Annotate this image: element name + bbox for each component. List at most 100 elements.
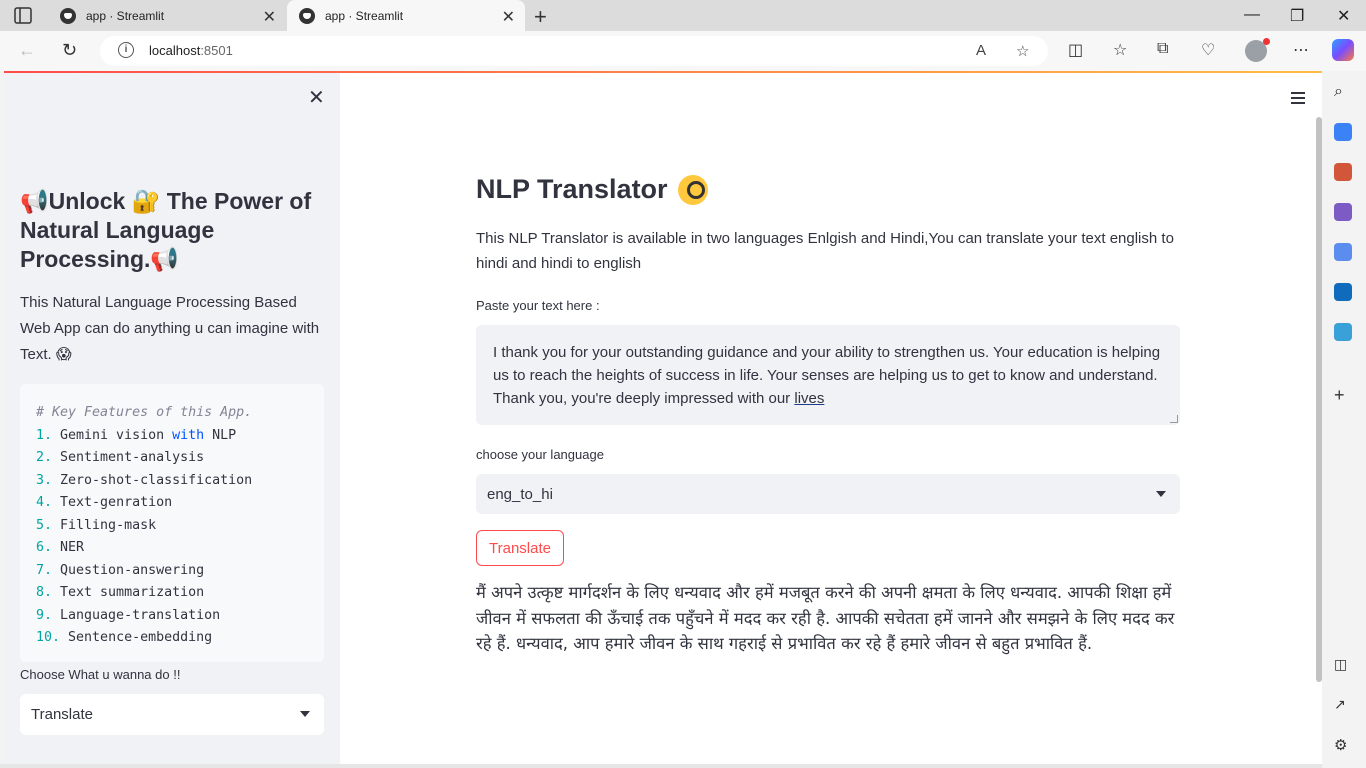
open-external-icon[interactable]: ↗	[1334, 696, 1352, 714]
close-tab-icon[interactable]: ✕	[502, 7, 515, 27]
language-select[interactable]: eng_to_hi	[476, 474, 1180, 514]
feature-text: NER	[52, 540, 85, 555]
feature-number: 8.	[36, 585, 53, 600]
feature-number: 10.	[36, 630, 61, 645]
scrollbar[interactable]	[1316, 117, 1322, 682]
browser-tab-1[interactable]: app · Streamlit ✕	[48, 0, 286, 31]
task-select-value: Translate	[31, 706, 93, 723]
browser-essentials-icon[interactable]: ♡	[1201, 40, 1215, 60]
feature-text-suffix: -embedding	[132, 630, 213, 645]
feature-text-suffix: -answering	[124, 562, 205, 578]
settings-gear-icon[interactable]: ⚙	[1334, 736, 1352, 754]
new-tab-icon[interactable]: +	[534, 4, 547, 30]
feature-item: 9. Language-translation	[36, 605, 308, 628]
sidebar-panel-icon[interactable]: ◫	[1334, 656, 1352, 674]
feature-number: 3.	[36, 472, 53, 488]
url-text: localhost:8501	[149, 43, 233, 58]
back-icon[interactable]: ←	[18, 40, 36, 61]
feature-text-suffix: -translation	[124, 607, 221, 623]
input-text-underlined: lives	[794, 390, 825, 407]
window-close-icon[interactable]: ✕	[1337, 6, 1350, 26]
language-label: choose your language	[476, 447, 604, 462]
window-bottom-edge	[0, 764, 1322, 768]
feature-item: 4. Text-genration	[36, 492, 308, 515]
tab-title: app · Streamlit	[325, 8, 404, 23]
copilot-app-icon[interactable]	[1334, 243, 1352, 261]
favorite-star-icon[interactable]: ☆	[1016, 42, 1029, 60]
restore-icon[interactable]: ❐	[1290, 6, 1304, 26]
feature-text: Text summarization	[52, 585, 205, 600]
feature-number: 6.	[36, 540, 53, 555]
main-menu-icon[interactable]	[1291, 92, 1305, 107]
feature-item: 5. Filling-mask	[36, 515, 308, 538]
address-bar[interactable]: i localhost:8501 A ☆	[100, 36, 1048, 66]
tools-icon[interactable]	[1334, 163, 1352, 181]
games-icon[interactable]	[1334, 203, 1352, 221]
chevron-down-icon	[1156, 491, 1166, 497]
chevron-down-icon	[300, 711, 310, 717]
feature-text-suffix: -genration	[92, 495, 173, 510]
minimize-icon[interactable]: —	[1244, 6, 1260, 24]
feature-text: Zero	[52, 472, 93, 488]
streamlit-favicon-icon	[299, 7, 315, 24]
tab-actions-icon[interactable]	[14, 7, 32, 24]
resize-handle[interactable]	[1170, 415, 1178, 423]
feature-item: 6. NER	[36, 537, 308, 560]
close-sidebar-icon[interactable]: ✕	[308, 85, 325, 110]
url-port: :8501	[200, 43, 233, 58]
features-code-block: # Key Features of this App. 1. Gemini vi…	[20, 384, 324, 662]
feature-text: Filling	[52, 517, 117, 533]
feature-item: 2. Sentiment-analysis	[36, 447, 308, 470]
notification-dot	[1263, 38, 1270, 45]
refresh-icon[interactable]: ↻	[62, 40, 77, 61]
feature-text-suffix: -analysis	[132, 450, 205, 465]
tab-strip: app · Streamlit ✕ app · Streamlit ✕ + — …	[0, 0, 1366, 31]
language-select-value: eng_to_hi	[487, 486, 553, 503]
feature-item: 8. Text summarization	[36, 582, 308, 605]
feature-text: Sentence	[60, 630, 133, 645]
translate-button[interactable]: Translate	[476, 530, 564, 566]
input-text: I thank you for your outstanding guidanc…	[493, 344, 1161, 407]
page-title: NLP Translator	[476, 174, 708, 205]
feature-text-suffix: -shot-classification	[92, 472, 253, 488]
feature-text: Question	[52, 562, 125, 578]
code-comment: # Key Features of this App.	[36, 405, 253, 420]
translation-output: मैं अपने उत्कृष्ट मार्गदर्शन के लिए धन्य…	[476, 583, 1175, 653]
text-input-area[interactable]: I thank you for your outstanding guidanc…	[476, 325, 1180, 425]
input-label: Paste your text here :	[476, 298, 600, 313]
feature-number: 5.	[36, 517, 53, 533]
feature-text: Text	[52, 495, 93, 510]
feature-text: Sentiment	[52, 450, 133, 465]
page-description: This NLP Translator is available in two …	[476, 230, 1174, 272]
send-icon[interactable]	[1334, 323, 1352, 341]
magnifier-face-icon	[677, 174, 708, 205]
tab-title: app · Streamlit	[86, 8, 165, 23]
streamlit-favicon-icon	[60, 7, 76, 24]
feature-text: Language	[52, 607, 125, 623]
close-tab-icon[interactable]: ✕	[263, 7, 276, 27]
app-sidebar: ✕ 📢Unlock 🔐 The Power of Natural Languag…	[4, 73, 340, 764]
feature-number: 4.	[36, 495, 53, 510]
site-info-icon[interactable]: i	[118, 42, 134, 58]
browser-tab-2[interactable]: app · Streamlit ✕	[287, 0, 525, 31]
outlook-icon[interactable]	[1334, 283, 1352, 301]
more-menu-icon[interactable]: ⋯	[1293, 40, 1309, 60]
split-screen-icon[interactable]: ◫	[1068, 40, 1083, 60]
collections-icon[interactable]: ⧉	[1157, 40, 1168, 58]
add-app-icon[interactable]: +	[1334, 385, 1352, 405]
shopping-icon[interactable]	[1334, 123, 1352, 141]
sidebar-title: 📢Unlock 🔐 The Power of Natural Language …	[20, 188, 312, 272]
edge-sidebar: ⌕ + ◫ ↗ ⚙	[1322, 71, 1366, 768]
read-aloud-icon[interactable]: A	[976, 42, 986, 59]
feature-number: 1.	[36, 427, 53, 443]
feature-text-suffix: NLP	[204, 427, 237, 443]
profile-avatar[interactable]	[1245, 38, 1270, 62]
task-select[interactable]: Translate	[20, 694, 324, 735]
favorites-icon[interactable]: ☆	[1113, 40, 1127, 60]
feature-list: 1. Gemini vision with NLP 2. Sentiment-an…	[36, 425, 308, 650]
choose-task-label: Choose What u wanna do !!	[20, 667, 181, 682]
search-icon[interactable]: ⌕	[1334, 83, 1352, 101]
feature-text: Gemini vision	[52, 427, 173, 443]
feature-item: 1. Gemini vision with NLP	[36, 425, 308, 448]
copilot-icon[interactable]	[1332, 39, 1354, 61]
